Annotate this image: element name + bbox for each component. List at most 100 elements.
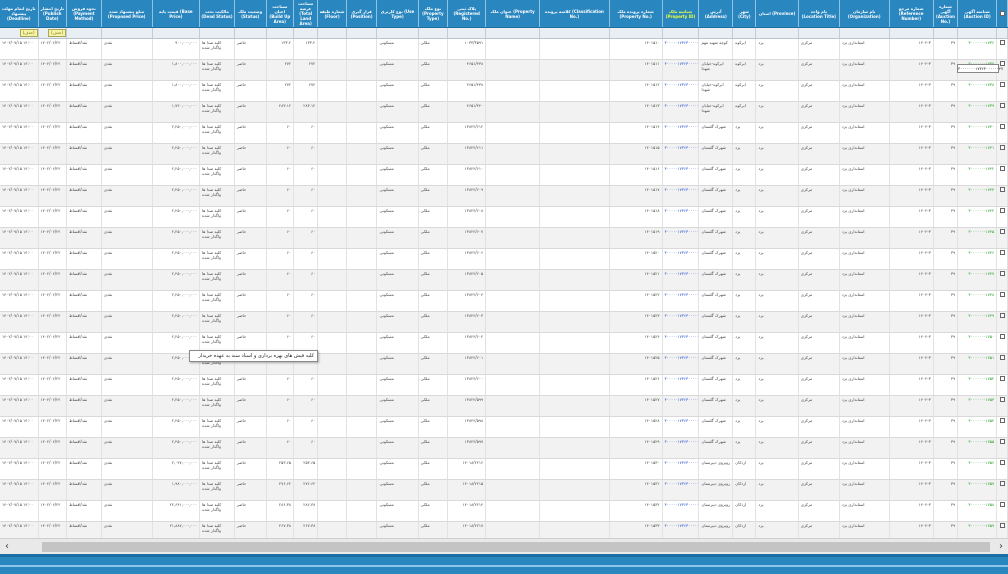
- table-row[interactable]: ۱۴۰۲/۰۷/۱۵ ۱۴:۰۰ ۱۴۰۲/۰۶/۲۲ نقد/اقساط نقدی ۲…: [0, 458, 1008, 480]
- filter-cell[interactable]: [609, 27, 663, 39]
- table-row[interactable]: ۱۴۰۲/۰۷/۱۵ ۱۴:۰۰ ۱۴۰۲/۰۶/۲۲ نقد/اقساط نقدی ۱…: [0, 479, 1008, 501]
- select-all-checkbox[interactable]: [999, 10, 1005, 16]
- filter-cell[interactable]: [485, 27, 541, 39]
- row-select-cell[interactable]: [996, 458, 1008, 480]
- table-row[interactable]: ۱۴۰۲/۰۷/۱۵ ۱۴:۰۰ ۱۴۰۲/۰۶/۲۲ نقد/اقساط نقدی ۲…: [0, 374, 1008, 396]
- filter-cell[interactable]: [839, 27, 890, 39]
- filter-cell[interactable]: [234, 27, 267, 39]
- filter-clear-button[interactable]: (حذف): [19, 29, 38, 37]
- row-select-cell[interactable]: [996, 332, 1008, 354]
- row-checkbox[interactable]: [999, 250, 1005, 255]
- column-header[interactable]: شماره پرونده ملک (Property No.): [609, 0, 663, 28]
- filter-cell[interactable]: [798, 27, 840, 39]
- column-header[interactable]: عنوان ملک (Property Name): [485, 0, 541, 28]
- row-select-cell[interactable]: [996, 122, 1008, 144]
- table-row[interactable]: ۱۴۰۲/۰۷/۱۵ ۱۴:۰۰ ۱۴۰۲/۰۶/۲۲ نقد/اقساط نقدی ۲…: [0, 164, 1008, 186]
- filter-cell[interactable]: [199, 27, 235, 39]
- column-header[interactable]: آدرس (Address): [698, 0, 734, 28]
- table-row[interactable]: ۱۴۰۲/۰۷/۱۵ ۱۴:۰۰ ۱۴۰۲/۰۶/۲۲ نقد/اقساط نقدی ۲…: [0, 416, 1008, 438]
- row-checkbox[interactable]: [999, 208, 1005, 213]
- row-select-cell[interactable]: [996, 227, 1008, 249]
- row-select-cell[interactable]: [996, 290, 1008, 312]
- table-row[interactable]: ۱۴۰۲/۰۷/۱۵ ۱۴:۰۰ ۱۴۰۲/۰۶/۲۲ نقد/اقساط نقدی ۲…: [0, 290, 1008, 312]
- table-row[interactable]: ۱۴۰۲/۰۷/۱۵ ۱۴:۰۰ ۱۴۰۲/۰۶/۲۲ نقد/اقساط نقدی ۲…: [0, 185, 1008, 207]
- row-checkbox[interactable]: [999, 523, 1005, 528]
- table-row[interactable]: ۱۴۰۲/۰۷/۱۵ ۱۴:۰۰ ۱۴۰۲/۰۶/۲۲ نقد/اقساط نقدی ۲…: [0, 227, 1008, 249]
- column-header[interactable]: قرار گیری (Position): [346, 0, 378, 28]
- column-header[interactable]: شهر (City): [732, 0, 757, 28]
- filter-cell[interactable]: [346, 27, 378, 39]
- row-select-cell[interactable]: [996, 248, 1008, 270]
- row-select-cell[interactable]: [996, 164, 1008, 186]
- row-checkbox[interactable]: [999, 166, 1005, 171]
- row-checkbox[interactable]: [999, 439, 1005, 444]
- row-checkbox[interactable]: [999, 271, 1005, 276]
- table-row[interactable]: ۱۴۰۲/۰۷/۱۵ ۱۴:۰۰ ۱۴۰۲/۰۶/۲۲ نقد/اقساط نقدی ۲…: [0, 311, 1008, 333]
- column-header[interactable]: تاریخ انتشار (Publish Date): [38, 0, 68, 28]
- row-checkbox[interactable]: [999, 355, 1005, 360]
- row-select-cell[interactable]: [996, 206, 1008, 228]
- table-row[interactable]: ۱۴۰۲/۰۷/۱۵ ۱۴:۰۰ ۱۴۰۲/۰۶/۲۲ نقد/اقساط نقدی ۲…: [0, 206, 1008, 228]
- filter-cell[interactable]: [66, 27, 102, 39]
- filter-cell[interactable]: [101, 27, 153, 39]
- row-select-cell[interactable]: [996, 500, 1008, 522]
- row-checkbox[interactable]: [999, 313, 1005, 318]
- table-row[interactable]: ۱۴۰۲/۰۷/۱۵ ۱۴:۰۰ ۱۴۰۲/۰۶/۲۲ نقد/اقساط نقدی ۱…: [0, 80, 1008, 102]
- row-checkbox[interactable]: [999, 397, 1005, 402]
- row-select-cell[interactable]: [996, 374, 1008, 396]
- table-row[interactable]: ۱۴۰۲/۰۷/۱۵ ۱۴:۰۰ ۱۴۰۲/۰۶/۲۲ نقد/اقساط نقدی ۲…: [0, 248, 1008, 270]
- column-header[interactable]: نوع کاربری (Use Type): [376, 0, 419, 28]
- scroll-left-icon[interactable]: ‹: [0, 539, 14, 555]
- row-select-cell[interactable]: [996, 479, 1008, 501]
- filter-cell[interactable]: (حذف): [0, 27, 39, 39]
- column-header[interactable]: نام سازمان (Organization): [839, 0, 890, 28]
- filter-cell[interactable]: [539, 27, 610, 39]
- table-row[interactable]: ۱۴۰۲/۰۷/۱۵ ۱۴:۰۰ ۱۴۰۲/۰۶/۲۲ نقد/اقساط نقدی ۱…: [0, 101, 1008, 123]
- filter-cell[interactable]: [266, 27, 295, 39]
- column-header[interactable]: پلاک ثبتی (Registered No.): [447, 0, 487, 28]
- table-row[interactable]: ۱۴۰۲/۰۷/۱۵ ۱۴:۰۰ ۱۴۰۲/۰۶/۲۲ نقد/اقساط نقدی ۹…: [0, 38, 1008, 60]
- filter-cell[interactable]: [755, 27, 799, 39]
- filter-cell[interactable]: [317, 27, 347, 39]
- row-select-cell[interactable]: [996, 437, 1008, 459]
- row-select-cell[interactable]: [996, 521, 1008, 538]
- row-select-cell[interactable]: [996, 311, 1008, 333]
- row-checkbox[interactable]: [999, 124, 1005, 129]
- filter-cell[interactable]: [996, 27, 1008, 39]
- table-row[interactable]: ۱۴۰۲/۰۷/۱۵ ۱۴:۰۰ ۱۴۰۲/۰۶/۲۲ نقد/اقساط نقدی ۲…: [0, 122, 1008, 144]
- column-header[interactable]: مساحت عرصه (Total Land Area): [293, 0, 319, 28]
- row-checkbox[interactable]: [999, 145, 1005, 150]
- filter-cell[interactable]: (حذف): [38, 27, 68, 39]
- row-checkbox[interactable]: [999, 82, 1005, 87]
- filter-cell[interactable]: [732, 27, 757, 39]
- table-row[interactable]: ۱۴۰۲/۰۷/۱۵ ۱۴:۰۰ ۱۴۰۲/۰۶/۲۲ نقد/اقساط نقدی ۲…: [0, 395, 1008, 417]
- table-row[interactable]: ۱۴۰۲/۰۷/۱۵ ۱۴:۰۰ ۱۴۰۲/۰۶/۲۲ نقد/اقساط نقدی ۲…: [0, 521, 1008, 538]
- column-header[interactable]: شناسه آگهی (Auction ID): [957, 0, 998, 28]
- filter-cell[interactable]: [957, 27, 998, 39]
- filter-cell[interactable]: [447, 27, 487, 39]
- table-row[interactable]: ۱۴۰۲/۰۷/۱۵ ۱۴:۰۰ ۱۴۰۲/۰۶/۲۲ نقد/اقساط نقدی ۲…: [0, 500, 1008, 522]
- row-checkbox[interactable]: [999, 229, 1005, 234]
- row-select-cell[interactable]: [996, 38, 1008, 60]
- horizontal-scrollbar[interactable]: ‹ ›: [0, 538, 1008, 554]
- table-row[interactable]: ۱۴۰۲/۰۷/۱۵ ۱۴:۰۰ ۱۴۰۲/۰۶/۲۲ نقد/اقساط نقدی ۲…: [0, 353, 1008, 375]
- column-header[interactable]: استان (Province): [755, 0, 799, 28]
- filter-cell[interactable]: [698, 27, 734, 39]
- row-select-cell[interactable]: [996, 353, 1008, 375]
- column-header[interactable]: مساحت اعیان (Build Up Area): [266, 0, 295, 28]
- row-checkbox[interactable]: [999, 292, 1005, 297]
- column-header[interactable]: کلاسه پرونده (Classification No.): [539, 0, 610, 28]
- row-checkbox[interactable]: [999, 187, 1005, 192]
- table-row[interactable]: ۱۴۰۲/۰۷/۱۵ ۱۴:۰۰ ۱۴۰۲/۰۶/۲۲ نقد/اقساط نقدی ۲…: [0, 269, 1008, 291]
- column-header[interactable]: شماره مرجع (Reference Number): [889, 0, 934, 28]
- scroll-right-icon[interactable]: ›: [994, 539, 1008, 555]
- column-header[interactable]: شناسه ملک (Property ID): [662, 0, 700, 28]
- select-all-header[interactable]: [996, 0, 1008, 28]
- filter-cell[interactable]: [152, 27, 201, 39]
- table-row[interactable]: ۱۴۰۲/۰۷/۱۵ ۱۴:۰۰ ۱۴۰۲/۰۶/۲۲ نقد/اقساط نقدی ۱…: [0, 59, 1008, 81]
- row-checkbox[interactable]: [999, 103, 1005, 108]
- filter-cell[interactable]: [889, 27, 934, 39]
- column-header[interactable]: شماره طبقه (Floor): [317, 0, 347, 28]
- row-checkbox[interactable]: [999, 460, 1005, 465]
- filter-cell[interactable]: [376, 27, 419, 39]
